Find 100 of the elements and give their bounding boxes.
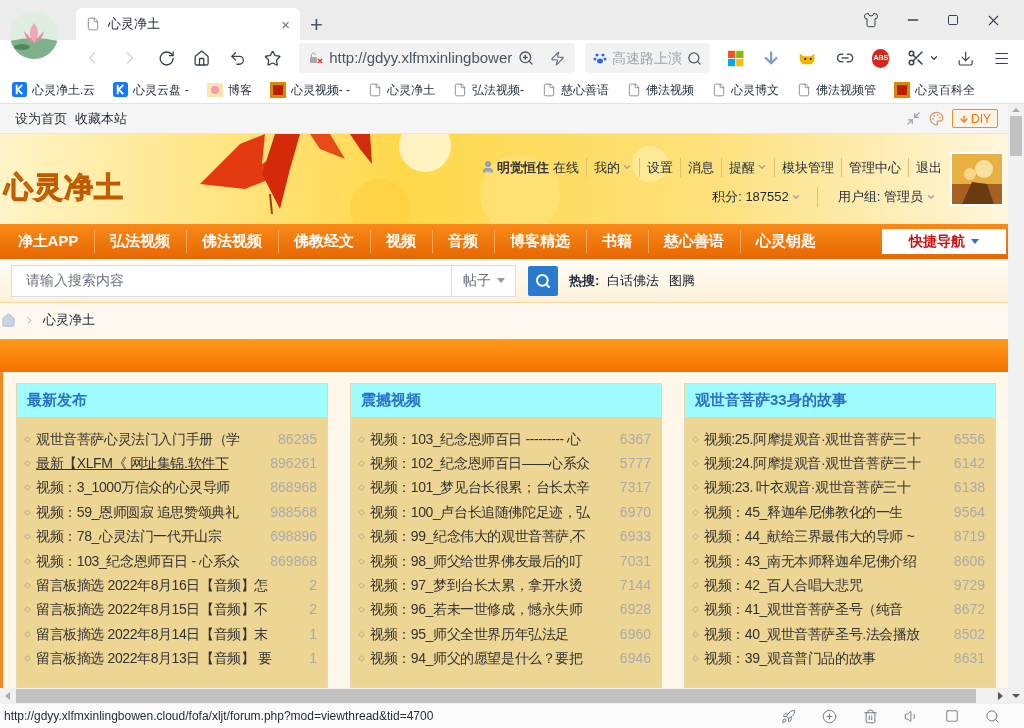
vertical-scrollbar-thumb[interactable] [1010, 116, 1022, 156]
post-link[interactable]: 视频：96_若未一世修成，憾永失师 [370, 599, 618, 621]
paw-icon [593, 51, 608, 65]
star-icon[interactable] [263, 48, 282, 68]
search-icon[interactable] [687, 50, 703, 66]
post-link[interactable]: 留言板摘选 2022年8月13日【音频】 要 [36, 648, 308, 670]
url-text: http://gdyy.xlfmxinlingbower [329, 47, 513, 68]
post-link[interactable]: 视频：78_心灵法门一代开山宗 [36, 526, 269, 548]
add-circle-icon[interactable] [822, 708, 837, 724]
post-link[interactable]: 视频:23. 叶衣观音·观世音菩萨三十 [704, 477, 952, 499]
post-link[interactable]: 视频：103_纪念恩师百日 - 心系众 [36, 550, 269, 572]
trash-icon[interactable] [863, 708, 878, 724]
browser-tab[interactable]: 心灵净土 × [76, 8, 300, 40]
post-link[interactable]: 视频：103_纪念恩师百日 --------- 心 [370, 428, 618, 450]
bookmark[interactable]: 博客 [206, 80, 252, 99]
view-count: 9729 [953, 576, 985, 596]
seal-icon [269, 81, 286, 98]
view-count: 698896 [270, 527, 317, 547]
top-link[interactable]: 设为首页 [15, 108, 67, 129]
bookmark[interactable]: 佛法视频 [627, 80, 694, 99]
caret-icon[interactable] [929, 53, 940, 63]
bookmark[interactable]: 慈心善语 [542, 80, 609, 99]
post-link[interactable]: 视频：98_师父给世界佛友最后的叮 [370, 550, 618, 572]
scissors-icon[interactable] [907, 49, 926, 67]
post-link[interactable]: 视频：45_释迦牟尼佛教化的一生 [704, 501, 952, 523]
zoom-icon[interactable] [518, 50, 535, 66]
view-count: 9564 [953, 502, 985, 522]
post-link[interactable]: 视频：99_纪念伟大的观世音菩萨,不 [370, 526, 618, 548]
view-count: 2 [309, 600, 317, 620]
page-icon [453, 82, 467, 97]
view-count: 8672 [953, 600, 985, 620]
search-placeholder: 高速路上演 [612, 48, 683, 68]
page-icon [627, 82, 641, 97]
post-link[interactable]: 视频：101_梦见台长很累；台长太辛 [370, 477, 618, 499]
post-link[interactable]: 留言板摘选 2022年8月14日【音频】末 [36, 623, 308, 645]
horizontal-scrollbar-thumb[interactable] [16, 689, 976, 703]
post-link[interactable]: 视频：94_师父的愿望是什么？要把 [370, 648, 618, 670]
post-link[interactable]: 视频：42_百人合唱大悲咒 [704, 575, 952, 597]
bookmark[interactable]: 心灵净土 [368, 80, 435, 99]
post-link[interactable]: 视频：40_观世音菩萨圣号.法会播放 [704, 623, 952, 645]
post-link[interactable]: 视频：97_梦到台长太累，拿开水烫 [370, 575, 618, 597]
post-link[interactable]: 视频：95_师父全世界历年弘法足 [370, 623, 618, 645]
search-button[interactable] [528, 265, 558, 296]
post-link[interactable]: 视频：102_纪念恩师百日——心系众 [370, 453, 618, 475]
windows-icon[interactable] [728, 49, 744, 67]
page-icon [797, 82, 811, 97]
search-icon [535, 272, 551, 289]
post-link[interactable]: 视频:25.阿摩提观音·观世音菩萨三十 [704, 428, 952, 450]
shrink-icon[interactable] [906, 111, 921, 126]
view-count: 6970 [619, 502, 651, 522]
bookmark[interactable]: 心灵博文 [712, 80, 779, 99]
hot-search-link[interactable]: 白话佛法 [607, 270, 660, 291]
view-count: 7144 [619, 576, 651, 596]
bookmark[interactable]: 心灵视频- - [269, 80, 350, 99]
post-link[interactable]: 视频：100_卢台长追随佛陀足迹，弘 [370, 501, 618, 523]
post-link[interactable]: 视频：43_南无本师释迦牟尼佛介绍 [704, 550, 952, 572]
search-type-select[interactable]: 帖子 [451, 265, 515, 296]
view-count: 6928 [619, 600, 651, 620]
breadcrumb-link[interactable]: 心灵净土 [43, 310, 95, 330]
post-link[interactable]: 观世音菩萨心灵法门入门手册（学 [36, 428, 277, 450]
view-count: 6367 [619, 429, 651, 449]
new-tab-button[interactable]: + [306, 14, 327, 36]
bookmark[interactable]: 心灵净土.云 [12, 80, 96, 99]
quick-nav-button[interactable]: 快捷导航 [882, 229, 1006, 254]
view-count: 6946 [619, 649, 651, 669]
bookmark[interactable]: 弘法视频- [453, 80, 524, 99]
bookmark[interactable]: 心灵云盘 - [113, 80, 189, 99]
search-field[interactable]: 请输入搜索内容 帖子 [11, 264, 516, 297]
reload-icon[interactable] [158, 48, 176, 68]
close-tab-button[interactable]: × [281, 16, 290, 32]
top-link[interactable]: 收藏本站 [75, 108, 127, 129]
post-link[interactable]: 留言板摘选 2022年8月16日【音频】怎 [36, 575, 308, 597]
post-link[interactable]: 视频：44_献给三界最伟大的导师 ~ [704, 526, 952, 548]
post-link[interactable]: 视频：41_观世音菩萨圣号（纯音 [704, 599, 952, 621]
home-icon[interactable] [193, 48, 211, 68]
maximize-icon[interactable] [947, 14, 959, 26]
bookmark[interactable]: 佛法视频管 [797, 80, 876, 99]
post-link[interactable]: 视频：59_恩师圆寂 追思赞颂典礼 [36, 501, 269, 523]
app-icon [12, 82, 27, 97]
download-icon[interactable] [957, 48, 975, 68]
post-link[interactable]: 最新【XLFM《 网址集锦.软件下 [36, 453, 269, 475]
view-count: 7031 [619, 551, 651, 571]
palette-icon[interactable] [929, 111, 944, 126]
lightning-icon[interactable] [550, 50, 566, 66]
skin-icon[interactable] [863, 12, 879, 28]
post-link[interactable]: 视频:24.阿摩提观音·观世音菩萨三十 [704, 453, 952, 475]
view-count: 6138 [953, 478, 985, 498]
hot-search-link[interactable]: 图腾 [669, 270, 696, 291]
post-link[interactable]: 留言板摘选 2022年8月15日【音频】不 [36, 599, 308, 621]
bookmark[interactable]: 心灵百科全 [894, 80, 975, 99]
address-bar[interactable]: http://gdyy.xlfmxinlingbower [299, 43, 576, 73]
post-link[interactable]: 视频：39_观音普门品的故事 [704, 648, 952, 670]
post-link[interactable]: 视频：3_1000万信众的心灵导师 [36, 477, 269, 499]
arrow-down-icon [959, 113, 969, 124]
window-icon[interactable] [945, 709, 959, 723]
rocket-icon[interactable] [781, 708, 796, 724]
view-count: 1 [309, 649, 317, 669]
view-count: 6960 [619, 624, 651, 644]
search-icon[interactable] [985, 708, 1000, 724]
view-count: 6142 [953, 454, 985, 474]
